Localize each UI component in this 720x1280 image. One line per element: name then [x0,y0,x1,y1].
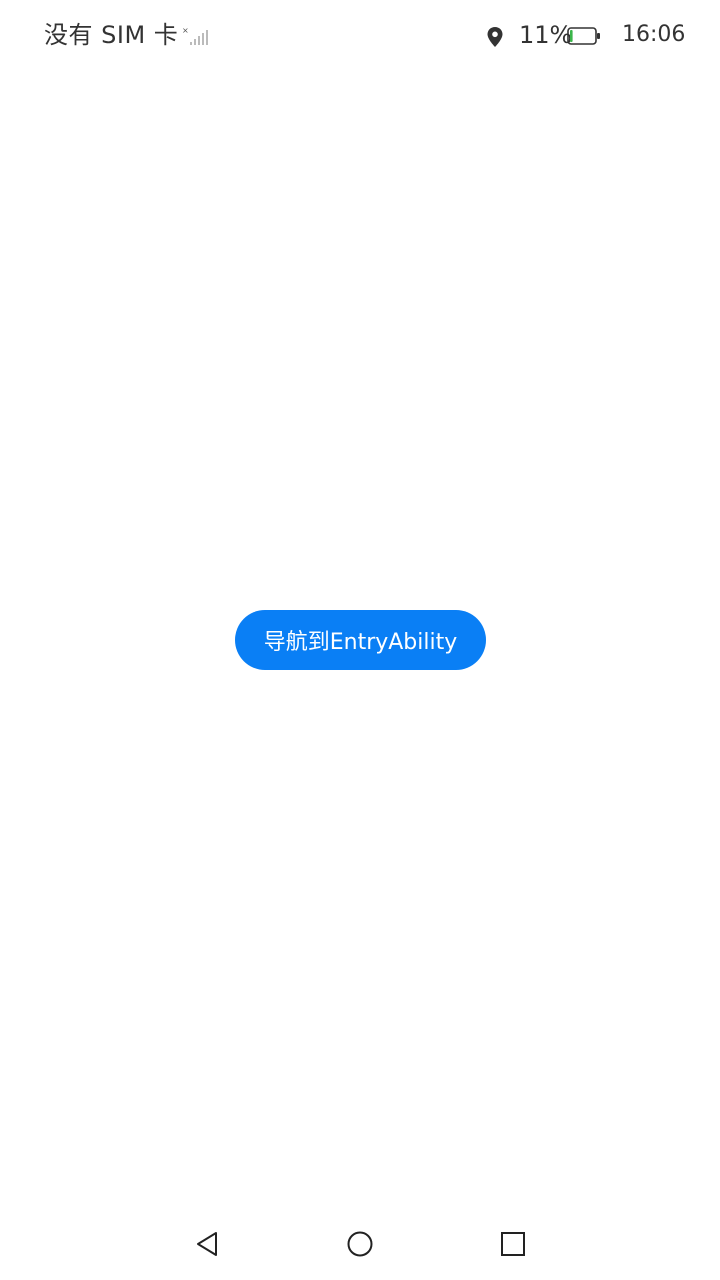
carrier-label: 没有 SIM 卡 [44,21,179,49]
back-icon [197,1232,217,1256]
clock: 16:06 [622,22,686,47]
navigate-to-entry-ability-button[interactable]: 导航到EntryAbility [235,610,486,670]
battery-icon [567,27,600,45]
screen: 没有 SIM 卡 × 11% 16:06 导航到EntryAbility [0,0,720,1280]
home-button[interactable] [344,1228,376,1260]
recents-icon [501,1232,525,1256]
location-icon [487,27,503,47]
home-icon [347,1231,373,1257]
svg-text:×: × [182,26,189,35]
signal-no-sim-icon: × [182,26,208,45]
recents-button[interactable] [497,1228,529,1260]
battery-fill [570,30,573,42]
status-bar: 没有 SIM 卡 × 11% 16:06 [0,0,720,72]
system-navigation-bar [0,1208,720,1280]
back-button[interactable] [191,1228,223,1260]
battery-percent: 11% [519,21,573,49]
